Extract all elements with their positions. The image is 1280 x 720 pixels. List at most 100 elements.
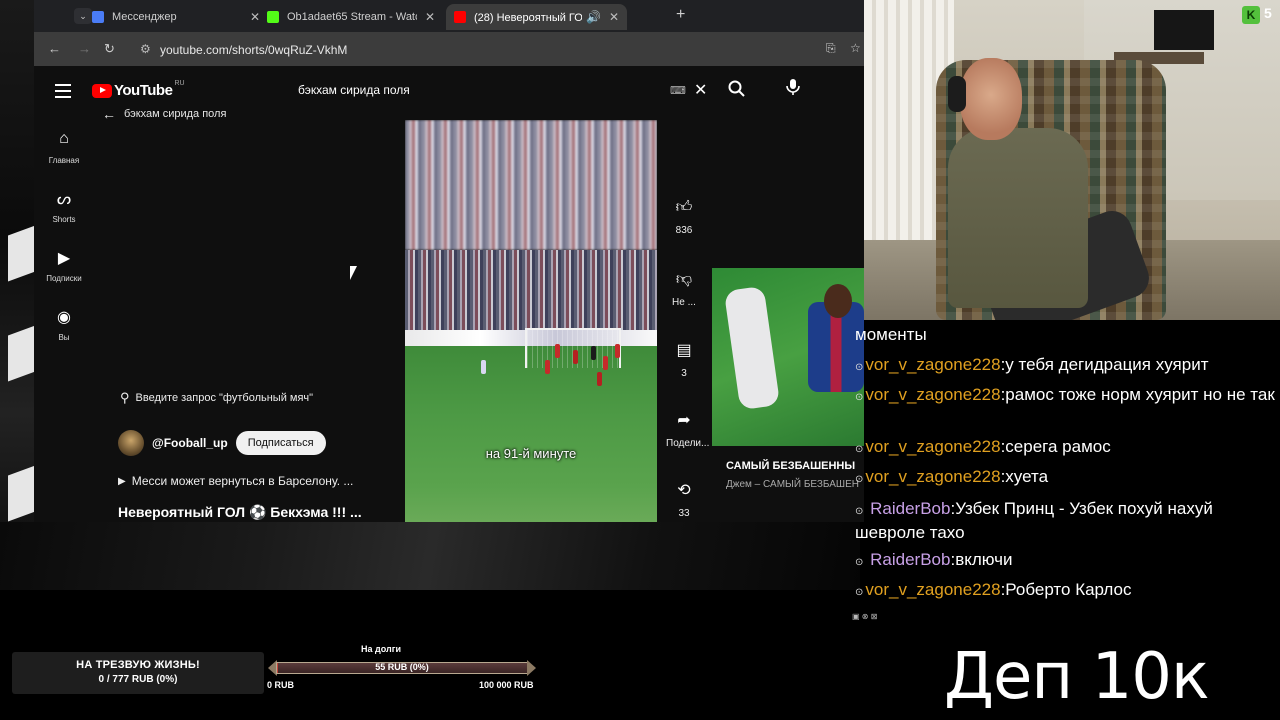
like-count: 836 xyxy=(675,225,693,236)
tab-label: Мессенджер xyxy=(112,11,177,23)
menu-icon[interactable] xyxy=(55,84,71,102)
shorts-video-player[interactable]: на 91-й минуте xyxy=(405,120,657,522)
video-title[interactable]: Невероятный ГОЛ ⚽ Бекхэма !!! ... xyxy=(118,504,362,521)
video-pitch xyxy=(405,346,657,522)
debt-goal-title: На долги xyxy=(361,644,401,654)
chat-username: RaiderBob xyxy=(870,550,951,569)
video-description[interactable]: ▶ Месси может вернуться в Барселону. ... xyxy=(118,474,353,488)
channel-name[interactable]: @Fooball_up xyxy=(152,436,228,450)
install-app-icon[interactable]: ⎘ xyxy=(826,41,836,56)
share-icon: ➦ xyxy=(677,412,691,429)
suggestion-text: Введите запрос "футбольный мяч" xyxy=(135,392,314,404)
kick-favicon-icon xyxy=(267,11,279,23)
donation-goal-sober: НА ТРЕЗВУЮ ЖИЗНЬ! 0 / 777 RUB (0%) xyxy=(12,652,264,694)
chat-message: моменты xyxy=(855,324,1280,345)
dislike-button[interactable]: 👎︎ Не ... xyxy=(666,270,702,308)
debt-min-label: 0 RUB xyxy=(267,680,295,690)
chat-message: ⊙ vor_v_zagone228:рамос тоже норм хуярит … xyxy=(855,385,1275,404)
chat-message: ⊙ vor_v_zagone228:хуета xyxy=(855,467,1049,486)
remix-count: 33 xyxy=(678,508,690,519)
kick-logo-icon: K xyxy=(1242,6,1260,24)
shorts-icon: ᔕ xyxy=(56,191,72,208)
new-tab-button[interactable]: + xyxy=(676,6,685,24)
nav-label: Shorts xyxy=(52,215,76,224)
chat-message: ⊙ vor_v_zagone228:серега рамос xyxy=(855,437,1111,456)
bookmark-star-icon[interactable]: ☆ xyxy=(850,41,861,55)
nav-item-you[interactable]: ◉ Вы xyxy=(34,307,94,342)
search-query: бэкхам сирида поля xyxy=(298,83,410,97)
clear-search-icon[interactable]: ✕ xyxy=(694,80,707,100)
youtube-logo[interactable]: YouTube RU xyxy=(92,80,185,99)
reload-icon[interactable]: ↻ xyxy=(104,41,115,57)
chat-text: хуета xyxy=(1005,467,1049,486)
tab-messenger[interactable]: Мессенджер ✕ xyxy=(84,4,268,30)
next-video-subtitle: Джем – САМЫЙ БЕЗБАШЕН xyxy=(726,479,859,490)
debt-progress-value: 55 RUB (0%) xyxy=(375,662,429,672)
video-player xyxy=(615,344,620,358)
chat-message: ⊙ vor_v_zagone228:у тебя дегидрация хуяри… xyxy=(855,355,1209,374)
chat-username: vor_v_zagone228 xyxy=(865,355,1001,374)
video-player xyxy=(481,360,486,374)
chat-text: серега рамос xyxy=(1005,437,1111,456)
thumbs-up-icon: 👍︎ xyxy=(675,199,693,216)
chat-username: vor_v_zagone228 xyxy=(865,467,1001,486)
chat-message: ⊙ RaiderBob:включи xyxy=(855,550,1013,569)
back-arrow-icon[interactable]: ← xyxy=(48,41,61,56)
video-player xyxy=(555,344,560,358)
chat-text: рамос тоже норм хуярит но не так xyxy=(1005,385,1275,404)
bullet-icon: ⊙ xyxy=(855,506,864,517)
remix-button[interactable]: ⟲ 33 xyxy=(666,480,702,519)
play-icon: ▶ xyxy=(118,475,126,487)
search-suggestion[interactable]: ⚲ Введите запрос "футбольный мяч" xyxy=(120,390,313,406)
microphone-icon[interactable] xyxy=(786,78,800,101)
close-icon[interactable]: ✕ xyxy=(425,10,435,24)
remix-icon: ⟲ xyxy=(677,482,691,499)
chat-text: у тебя дегидрация хуярит xyxy=(1005,355,1209,374)
video-player xyxy=(545,360,550,374)
webcam-feed: K 5 xyxy=(864,0,1280,320)
site-info-icon[interactable]: ⚙ xyxy=(140,42,151,56)
comment-icon: ▤ xyxy=(676,342,692,359)
tab-youtube[interactable]: (28) Невероятный ГОЛ ⚽ Б 🔊 ✕ xyxy=(446,4,628,30)
next-video-card[interactable]: САМЫЙ БЕЗБАШЕННЫ Джем – САМЫЙ БЕЗБАШЕН xyxy=(712,268,864,490)
chat-username: vor_v_zagone228 xyxy=(865,385,1001,404)
stream-frame: ⌄ Мессенджер ✕ Ob1adaet65 Stream - Watch… xyxy=(0,0,1280,720)
forward-arrow-icon[interactable]: → xyxy=(78,41,91,56)
subscribe-button[interactable]: Подписаться xyxy=(235,431,326,455)
address-bar: ← → ↻ ⚙ youtube.com/shorts/0wqRuZ-VkhM ⎘… xyxy=(34,32,864,66)
channel-row: @Fooball_up Подписаться xyxy=(118,430,326,456)
goal-title: НА ТРЕЗВУЮ ЖИЗНЬ! xyxy=(76,659,200,671)
video-player xyxy=(591,346,596,360)
next-video-title: САМЫЙ БЕЗБАШЕННЫ xyxy=(726,460,856,472)
video-player xyxy=(597,372,602,386)
nav-item-subscriptions[interactable]: ▶ Подписки xyxy=(34,248,94,283)
nav-item-home[interactable]: ⌂ Главная xyxy=(34,130,94,165)
messenger-favicon-icon xyxy=(92,11,104,23)
avatar[interactable] xyxy=(118,430,144,456)
chat-text: включи xyxy=(955,550,1013,569)
tab-label: Ob1adaet65 Stream - Watch Li xyxy=(287,11,417,23)
tab-kick-stream[interactable]: Ob1adaet65 Stream - Watch Li ✕ xyxy=(259,4,443,30)
video-crowd xyxy=(405,250,657,330)
background-left xyxy=(0,0,38,590)
like-button[interactable]: 👍︎ 836 xyxy=(666,198,702,236)
keyboard-icon[interactable]: ⌨ xyxy=(670,84,686,97)
thumbs-down-icon: 👎︎ xyxy=(675,271,693,288)
nav-label: Вы xyxy=(58,333,70,342)
search-input[interactable]: бэкхам сирида поля ⌨ ✕ xyxy=(286,76,712,106)
comments-button[interactable]: ▤ 3 xyxy=(666,340,702,379)
back-label: бэкхам сирида поля xyxy=(124,108,227,120)
search-icon[interactable] xyxy=(728,80,745,102)
back-to-search[interactable]: ← бэкхам сирида поля xyxy=(102,106,226,122)
share-label: Подели... xyxy=(666,438,710,449)
chat-text: Роберто Карлос xyxy=(1005,580,1132,599)
nav-item-shorts[interactable]: ᔕ Shorts xyxy=(34,189,94,224)
audio-icon[interactable]: 🔊 xyxy=(586,10,601,24)
url-field[interactable]: youtube.com/shorts/0wqRuZ-VkhM xyxy=(160,43,347,57)
video-crowd-blur xyxy=(405,120,657,250)
back-arrow-icon: ← xyxy=(102,106,116,122)
account-icon: ◉ xyxy=(57,309,71,326)
search-icon: ⚲ xyxy=(120,390,130,405)
close-icon[interactable]: ✕ xyxy=(609,10,619,24)
share-button[interactable]: ➦ Подели... xyxy=(666,410,710,449)
